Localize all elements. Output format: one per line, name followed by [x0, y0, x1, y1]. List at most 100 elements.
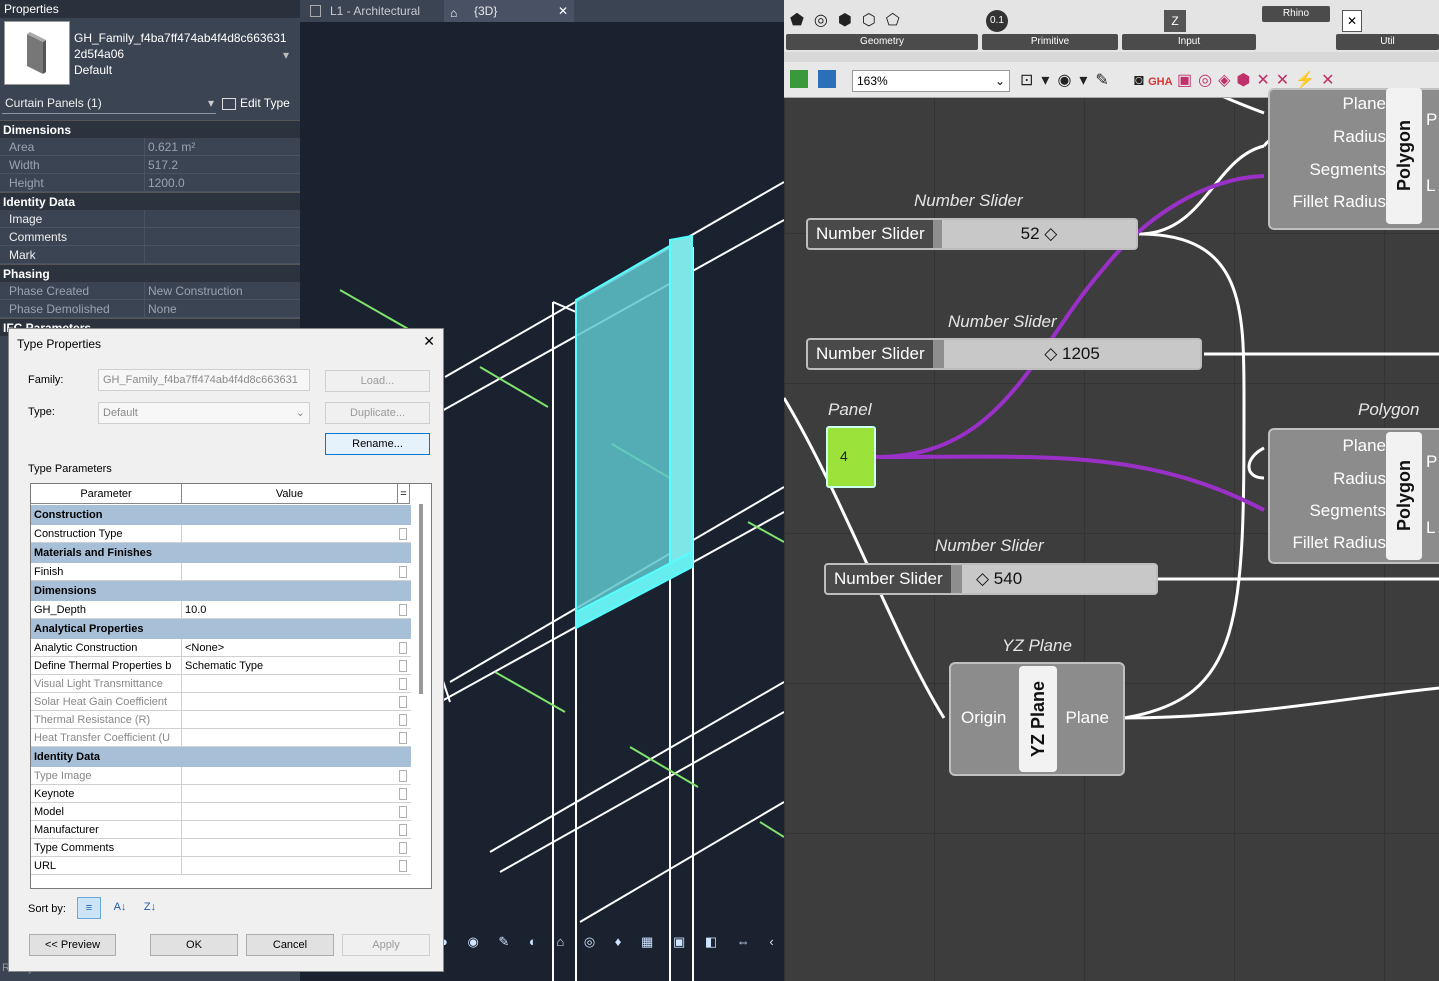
- param-row[interactable]: Thermal Resistance (R): [31, 711, 411, 729]
- view-control-bar[interactable]: ● ◉ ✎ ◐ ⌂ ◎ ♦ ▦ ▣ ◧ ⇔ ‹: [440, 934, 784, 956]
- param-row[interactable]: Finish: [31, 563, 411, 581]
- output-plane[interactable]: Plane: [1066, 708, 1109, 728]
- property-value[interactable]: 1200.0: [146, 174, 286, 192]
- input-origin[interactable]: Origin: [961, 708, 1006, 728]
- yz-plane-component[interactable]: Origin YZ Plane Plane: [949, 662, 1125, 776]
- edit-formula-icon[interactable]: [399, 528, 407, 540]
- edit-formula-icon[interactable]: [399, 714, 407, 726]
- edit-formula-icon[interactable]: [399, 824, 407, 836]
- sort-ascending-icon[interactable]: A↓: [109, 897, 131, 919]
- param-row[interactable]: Manufacturer: [31, 821, 411, 839]
- param-row[interactable]: Analytic Construction <None>: [31, 639, 411, 657]
- edit-formula-icon[interactable]: [399, 678, 407, 690]
- input-radius[interactable]: Radius: [1333, 127, 1386, 147]
- util-icon[interactable]: ✕: [1342, 10, 1362, 32]
- ribbon-group-rhino[interactable]: Rhino: [1262, 6, 1330, 22]
- param-group-analytical-properties[interactable]: Analytical Properties: [31, 619, 411, 639]
- input-fillet-radius[interactable]: Fillet Radius: [1292, 533, 1386, 553]
- param-row[interactable]: Solar Heat Gain Coefficient: [31, 693, 411, 711]
- edit-formula-icon[interactable]: [399, 770, 407, 782]
- ribbon-group-input[interactable]: Input: [1122, 34, 1256, 50]
- gha-icon[interactable]: GHA: [1148, 76, 1172, 88]
- type-parameters-table[interactable]: Parameter Value = Construction Constructi…: [30, 483, 432, 889]
- property-value[interactable]: 517.2: [146, 156, 286, 174]
- load-button[interactable]: Load...: [325, 370, 430, 392]
- canvas-tools-icons[interactable]: ⊡▾◉▾✎: [1020, 70, 1117, 90]
- ribbon-group-primitive[interactable]: Primitive: [982, 34, 1118, 50]
- output-polygon[interactable]: P: [1426, 110, 1439, 130]
- open-file-icon[interactable]: [790, 70, 808, 88]
- type-selector[interactable]: GH_Family_f4ba7ff474ab4f4d8c663631 2d5f4…: [0, 18, 300, 88]
- param-row[interactable]: Model: [31, 803, 411, 821]
- ribbon-group-util[interactable]: Util: [1336, 34, 1439, 50]
- property-row[interactable]: Height 1200.0: [0, 174, 300, 192]
- property-row[interactable]: Width 517.2: [0, 156, 300, 174]
- close-icon[interactable]: ✕: [558, 0, 568, 22]
- scrollbar[interactable]: [419, 504, 423, 694]
- param-value[interactable]: 10.0: [183, 601, 409, 619]
- number-primitive-icon[interactable]: 0.1: [986, 10, 1008, 32]
- selection-filter-dropdown[interactable]: Curtain Panels (1) ▾: [2, 92, 216, 114]
- edit-formula-icon[interactable]: [399, 660, 407, 672]
- param-row[interactable]: Type Comments: [31, 839, 411, 857]
- edit-formula-icon[interactable]: [399, 806, 407, 818]
- edit-type-button[interactable]: Edit Type: [222, 92, 290, 114]
- output-length[interactable]: L: [1426, 176, 1439, 196]
- param-value[interactable]: Schematic Type: [183, 657, 409, 675]
- panel-component[interactable]: 4: [826, 426, 876, 488]
- param-row[interactable]: Define Thermal Properties b Schematic Typ…: [31, 657, 411, 675]
- input-fillet-radius[interactable]: Fillet Radius: [1292, 192, 1386, 212]
- rename-button[interactable]: Rename...: [325, 433, 430, 455]
- number-slider-540[interactable]: Number Slider ◇ 540: [824, 563, 1158, 595]
- param-group-materials-and-finishes[interactable]: Materials and Finishes: [31, 543, 411, 563]
- chevron-down-icon[interactable]: ▾: [283, 48, 289, 62]
- slider-value[interactable]: 52 ◇: [942, 220, 1136, 248]
- grasshopper-canvas[interactable]: Number Slider Number Slider 52 ◇ Number …: [784, 88, 1439, 981]
- input-segments[interactable]: Segments: [1309, 160, 1386, 180]
- param-row[interactable]: Keynote: [31, 785, 411, 803]
- param-group-construction[interactable]: Construction: [31, 505, 411, 525]
- edit-formula-icon[interactable]: [399, 860, 407, 872]
- sort-descending-icon[interactable]: Z↓: [139, 897, 161, 919]
- type-select[interactable]: Default ⌄: [98, 402, 310, 424]
- close-icon[interactable]: ✕: [423, 333, 435, 350]
- param-row[interactable]: URL: [31, 857, 411, 875]
- slider-input-icon[interactable]: Z: [1164, 10, 1186, 32]
- edit-formula-icon[interactable]: [399, 566, 407, 578]
- tab-3d[interactable]: ⌂ {3D} ✕: [444, 0, 574, 22]
- group-dimensions[interactable]: Dimensions: [0, 120, 300, 138]
- slider-value[interactable]: ◇ 1205: [944, 340, 1200, 368]
- property-row[interactable]: Phase Created New Construction: [0, 282, 300, 300]
- geometry-tools-icons[interactable]: ⬟◎⬢⬡⬠: [790, 10, 910, 30]
- edit-formula-icon[interactable]: [399, 842, 407, 854]
- ok-button[interactable]: OK: [150, 934, 238, 956]
- param-row[interactable]: Visual Light Transmittance: [31, 675, 411, 693]
- duplicate-button[interactable]: Duplicate...: [325, 402, 430, 424]
- polygon-component-2[interactable]: Plane Radius Segments Fillet Radius Poly…: [1268, 428, 1439, 564]
- group-phasing[interactable]: Phasing: [0, 264, 300, 282]
- apply-button[interactable]: Apply: [342, 934, 430, 956]
- input-plane[interactable]: Plane: [1343, 94, 1386, 114]
- param-group-identity-data[interactable]: Identity Data: [31, 747, 411, 767]
- zoom-combo[interactable]: 163% ⌄: [852, 70, 1010, 92]
- param-row[interactable]: Construction Type: [31, 525, 411, 543]
- gh-tools-icons[interactable]: ◙ GHA ▣◎◈⬢✕✕⚡✕: [1134, 70, 1341, 90]
- property-value[interactable]: 0.621 m²: [146, 138, 286, 156]
- edit-formula-icon[interactable]: [399, 604, 407, 616]
- number-slider-52[interactable]: Number Slider 52 ◇: [806, 218, 1138, 250]
- param-row[interactable]: Type Image: [31, 767, 411, 785]
- property-value[interactable]: None: [146, 300, 286, 318]
- input-plane[interactable]: Plane: [1343, 436, 1386, 456]
- param-row[interactable]: GH_Depth 10.0: [31, 601, 411, 619]
- property-row[interactable]: Area 0.621 m²: [0, 138, 300, 156]
- number-slider-1205[interactable]: Number Slider ◇ 1205: [806, 338, 1202, 370]
- input-radius[interactable]: Radius: [1333, 469, 1386, 489]
- param-value[interactable]: <None>: [183, 639, 409, 657]
- sort-grouped-icon[interactable]: ≡: [77, 897, 101, 919]
- ribbon-group-geometry[interactable]: Geometry: [786, 34, 978, 50]
- slider-value[interactable]: ◇ 540: [962, 565, 1156, 593]
- edit-formula-icon[interactable]: [399, 642, 407, 654]
- output-length[interactable]: L: [1426, 518, 1439, 538]
- property-value[interactable]: New Construction: [146, 282, 286, 300]
- property-row[interactable]: Phase Demolished None: [0, 300, 300, 318]
